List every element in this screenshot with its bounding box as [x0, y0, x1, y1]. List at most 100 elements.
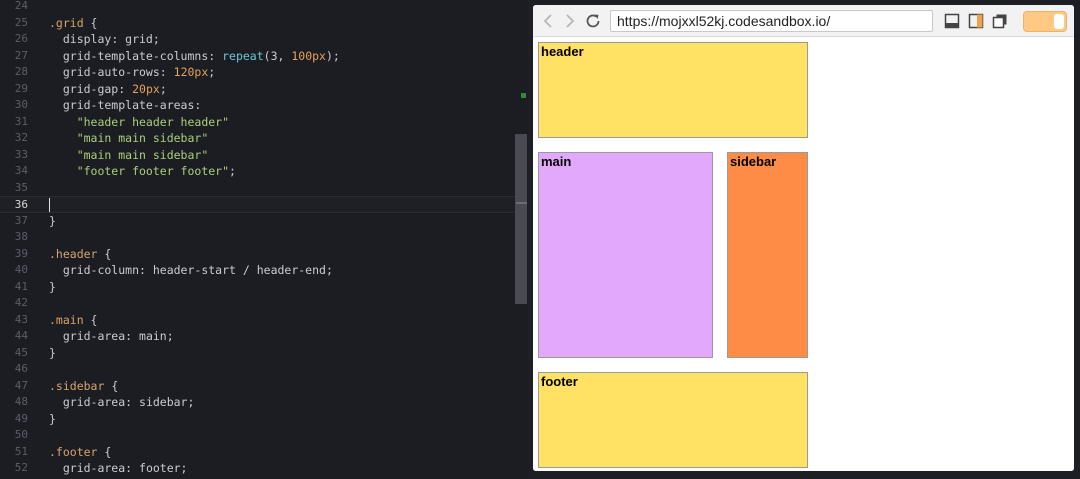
code-line[interactable]: 35	[0, 180, 515, 197]
code-token: .sidebar	[49, 378, 105, 393]
code-token: "main main sidebar"	[49, 147, 209, 162]
code-token: :	[118, 81, 133, 96]
code-token: {	[97, 246, 112, 261]
code-line[interactable]: 30 grid-template-areas:	[0, 97, 515, 114]
line-number: 45	[14, 345, 28, 359]
code-token: display	[49, 32, 112, 46]
dock-bottom-icon	[944, 13, 960, 29]
code-line[interactable]: 33 "main main sidebar"	[0, 147, 515, 164]
code-line[interactable]: 25 .grid {	[0, 15, 515, 32]
line-number: 40	[14, 263, 28, 276]
code-line[interactable]: 32 "main main sidebar"	[0, 130, 515, 147]
line-number: 30	[14, 98, 28, 111]
code-lines[interactable]: 24 25 .grid {26 display: grid; 27 grid-temp…	[0, 0, 515, 477]
toggle-knob	[1054, 14, 1064, 29]
code-token: grid-gap	[49, 81, 119, 96]
line-number: 36	[14, 198, 28, 211]
line-number: 24	[14, 0, 28, 12]
forward-button[interactable]	[561, 12, 577, 30]
code-line[interactable]: 51 .footer {	[0, 444, 515, 461]
code-line[interactable]: 44 grid-area: main;	[0, 328, 515, 345]
code-token: grid-column	[49, 263, 140, 277]
code-token: 20px	[132, 81, 160, 96]
code-line[interactable]: 29 grid-gap: 20px;	[0, 81, 515, 98]
dock-bottom-button[interactable]	[944, 13, 960, 29]
code-text: .footer {	[49, 444, 111, 461]
code-line[interactable]: 24	[0, 0, 515, 15]
code-token: 100px	[291, 48, 326, 63]
code-line[interactable]: 42	[0, 295, 515, 312]
line-number: 26	[14, 32, 28, 45]
line-number: 50	[14, 428, 28, 441]
code-token: .header	[49, 246, 98, 261]
line-number: 27	[14, 48, 28, 62]
code-token: .main	[49, 312, 84, 327]
cursor-position-marker	[516, 202, 527, 204]
code-token: grid-template-columns	[49, 48, 209, 63]
code-line[interactable]: 41}	[0, 279, 515, 296]
reload-button[interactable]	[583, 11, 603, 31]
code-text: .sidebar {	[49, 378, 118, 395]
code-text: .grid {	[49, 15, 97, 32]
code-line[interactable]: 38	[0, 229, 515, 246]
line-number: 47	[14, 378, 28, 392]
code-line[interactable]: 49}	[0, 411, 515, 428]
code-text: grid-gap: 20px;	[49, 81, 167, 98]
line-number: 38	[14, 230, 28, 243]
code-line[interactable]: 50	[0, 427, 515, 444]
code-line[interactable]: 43 .main {	[0, 312, 515, 329]
code-editor[interactable]: 24 25 .grid {26 display: grid; 27 grid-temp…	[0, 0, 528, 479]
code-text: grid-area: footer;	[49, 460, 188, 477]
chevron-right-icon	[566, 14, 575, 28]
code-line[interactable]: 27 grid-template-columns: repeat(3, 100p…	[0, 48, 515, 65]
code-line[interactable]: 40 grid-column: header-start / header-en…	[0, 262, 515, 279]
text-caret	[49, 198, 50, 212]
line-number: 52	[14, 461, 28, 474]
code-token: }	[49, 279, 56, 294]
code-text: }	[49, 345, 56, 362]
code-line[interactable]: 28 grid-auto-rows: 120px;	[0, 64, 515, 81]
code-text: "header header header"	[49, 114, 229, 131]
line-number: 34	[14, 164, 28, 177]
code-token: }	[49, 411, 56, 426]
code-token: grid-template-areas	[49, 98, 195, 112]
line-number: 42	[14, 296, 28, 309]
line-number: 29	[14, 81, 28, 95]
editor-scrollbar-thumb[interactable]	[515, 134, 527, 304]
code-text: "main main sidebar"	[49, 130, 209, 147]
code-text: }	[49, 279, 56, 296]
code-line[interactable]: 46	[0, 361, 515, 378]
line-number: 44	[14, 329, 28, 342]
code-token: ;	[229, 164, 236, 178]
code-line[interactable]: 52 grid-area: footer;	[0, 460, 515, 477]
code-line[interactable]: 39 .header {	[0, 246, 515, 263]
code-line[interactable]: 36	[0, 196, 515, 213]
code-token: {	[104, 378, 119, 393]
code-text: .header {	[49, 246, 111, 263]
preview-toggle[interactable]	[1023, 11, 1067, 32]
code-line[interactable]: 34 "footer footer footer";	[0, 163, 515, 180]
back-button[interactable]	[541, 12, 557, 30]
browser-toolbar: https://mojxxl52kj.codesandbox.io/	[533, 5, 1074, 37]
code-line[interactable]: 37}	[0, 213, 515, 230]
new-window-button[interactable]	[992, 13, 1008, 29]
grid-header: header	[538, 42, 808, 138]
code-line[interactable]: 47 .sidebar {	[0, 378, 515, 395]
code-line[interactable]: 45}	[0, 345, 515, 362]
code-text: grid-template-areas:	[49, 97, 202, 114]
code-line[interactable]: 26 display: grid;	[0, 31, 515, 48]
line-number: 46	[14, 362, 28, 375]
code-token: grid-area	[49, 395, 126, 409]
grid-main: main	[538, 152, 713, 358]
code-text: grid-template-columns: repeat(3, 100px);	[49, 48, 340, 65]
line-number: 35	[14, 180, 28, 194]
code-text: grid-auto-rows: 120px;	[49, 64, 215, 81]
code-text: "main main sidebar"	[49, 147, 209, 164]
dock-right-button[interactable]	[968, 13, 984, 29]
code-line[interactable]: 31 "header header header"	[0, 114, 515, 131]
preview-viewport: header main sidebar footer	[533, 38, 1074, 471]
url-bar[interactable]: https://mojxxl52kj.codesandbox.io/	[610, 10, 933, 32]
code-token: ;	[159, 81, 167, 96]
code-token: grid-auto-rows	[49, 65, 160, 79]
code-line[interactable]: 48 grid-area: sidebar;	[0, 394, 515, 411]
